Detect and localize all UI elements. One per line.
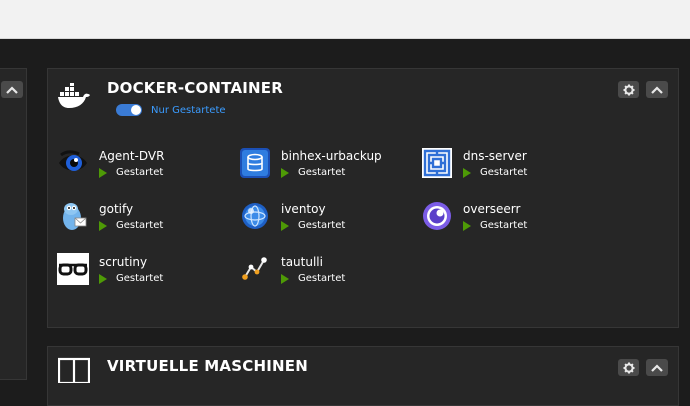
gear-icon — [623, 362, 634, 373]
chevron-up-icon — [651, 363, 663, 372]
iventoy-icon — [239, 200, 271, 232]
docker-whale-icon — [57, 82, 91, 113]
gear-icon — [623, 84, 634, 95]
docker-settings-button[interactable] — [618, 81, 639, 98]
docker-container-panel: DOCKER-CONTAINER Nur Gestartete Agent-DV… — [47, 68, 679, 328]
container-status: Gestartet — [99, 220, 163, 231]
vm-panel-title: VIRTUELLE MASCHINEN — [107, 357, 308, 375]
tautulli-icon — [239, 253, 271, 285]
vm-settings-button[interactable] — [618, 359, 639, 376]
play-icon — [281, 220, 289, 231]
container-status: Gestartet — [281, 220, 345, 231]
container-name: Agent-DVR — [99, 149, 165, 163]
browser-top-bar — [0, 0, 690, 39]
container-status: Gestartet — [281, 167, 345, 178]
container-agent-dvr[interactable]: Agent-DVR Gestartet — [57, 147, 227, 183]
container-status: Gestartet — [463, 167, 527, 178]
left-panel — [0, 68, 27, 380]
container-name: scrutiny — [99, 255, 148, 269]
play-icon — [281, 273, 289, 284]
container-overseerr[interactable]: overseerr Gestartet — [421, 200, 591, 236]
container-status: Gestartet — [281, 273, 345, 284]
container-name: dns-server — [463, 149, 527, 163]
agent-dvr-icon — [57, 147, 89, 179]
container-iventoy[interactable]: iventoy Gestartet — [239, 200, 409, 236]
vm-icon — [57, 357, 91, 387]
play-icon — [99, 167, 107, 178]
chevron-up-icon — [651, 85, 663, 94]
filter-toggle-switch[interactable] — [116, 104, 142, 116]
status-label: Gestartet — [116, 167, 164, 178]
collapse-left-panel-button[interactable] — [1, 81, 23, 98]
play-icon — [99, 220, 107, 231]
container-name: overseerr — [463, 202, 521, 216]
filter-toggle-label: Nur Gestartete — [151, 104, 226, 116]
container-binhex-urbackup[interactable]: binhex-urbackup Gestartet — [239, 147, 409, 183]
docker-collapse-button[interactable] — [646, 81, 668, 98]
play-icon — [463, 220, 471, 231]
overseerr-icon — [421, 200, 453, 232]
gotify-icon — [57, 200, 89, 232]
status-label: Gestartet — [116, 273, 164, 284]
status-label: Gestartet — [298, 273, 346, 284]
status-label: Gestartet — [298, 167, 346, 178]
container-name: iventoy — [281, 202, 326, 216]
urbackup-icon — [239, 147, 271, 179]
status-label: Gestartet — [298, 220, 346, 231]
status-label: Gestartet — [116, 220, 164, 231]
container-status: Gestartet — [99, 273, 163, 284]
play-icon — [99, 273, 107, 284]
container-name: gotify — [99, 202, 134, 216]
container-status: Gestartet — [463, 220, 527, 231]
dns-server-icon — [421, 147, 453, 179]
status-label: Gestartet — [480, 167, 528, 178]
container-tautulli[interactable]: tautulli Gestartet — [239, 253, 409, 289]
container-name: tautulli — [281, 255, 323, 269]
chevron-up-icon — [6, 85, 18, 94]
vm-collapse-button[interactable] — [646, 359, 668, 376]
docker-panel-title: DOCKER-CONTAINER — [107, 79, 283, 97]
started-only-filter[interactable]: Nur Gestartete — [116, 104, 226, 116]
container-name: binhex-urbackup — [281, 149, 382, 163]
container-status: Gestartet — [99, 167, 163, 178]
container-scrutiny[interactable]: scrutiny Gestartet — [57, 253, 227, 289]
container-dns-server[interactable]: dns-server Gestartet — [421, 147, 591, 183]
play-icon — [463, 167, 471, 178]
container-gotify[interactable]: gotify Gestartet — [57, 200, 227, 236]
virtual-machines-panel: VIRTUELLE MASCHINEN — [47, 346, 679, 406]
scrutiny-icon — [57, 253, 89, 285]
status-label: Gestartet — [480, 220, 528, 231]
play-icon — [281, 167, 289, 178]
